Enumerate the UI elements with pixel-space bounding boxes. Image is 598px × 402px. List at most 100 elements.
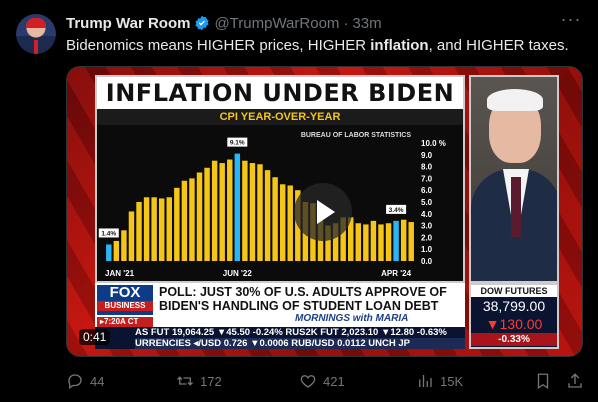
play-button-icon[interactable] [294, 183, 352, 241]
headshot-tie [511, 177, 521, 237]
y-tick-label: 3.0 [421, 222, 433, 231]
chart-bar [196, 172, 203, 261]
verified-badge-icon [195, 15, 210, 31]
retweet-button[interactable]: 172 [176, 372, 222, 390]
futures-label: DOW FUTURES [471, 285, 557, 297]
futures-change: ▼130.00 [485, 316, 543, 332]
chart-bar [158, 198, 165, 261]
chart-bar [128, 211, 135, 261]
video-media[interactable]: INFLATION UNDER BIDEN CPI YEAR-OVER-YEAR… [66, 66, 583, 357]
more-icon[interactable]: ··· [560, 10, 582, 32]
video-duration: 0:41 [79, 329, 111, 345]
biden-headshot [469, 75, 559, 283]
chart-bar [370, 220, 377, 261]
poll-line-1: POLL: JUST 30% OF U.S. ADULTS APPROVE OF [159, 285, 447, 299]
futures-percent: -0.33% [471, 333, 557, 346]
cpi-bar-chart: BUREAU OF LABOR STATISTICS 0.0 1.0 2.0 3.0 4.… [98, 132, 446, 278]
chart-bar [143, 197, 150, 261]
action-bar: 44 172 421 15K [66, 372, 584, 392]
chart-bar [166, 197, 172, 261]
fox-business-logo: FOX BUSINESS [97, 285, 153, 315]
author-name[interactable]: Trump War Room [66, 15, 190, 32]
show-name: MORNINGS with MARIA [295, 313, 409, 324]
chart-bar [204, 167, 210, 261]
annotation-label: 3.4% [389, 207, 404, 214]
views-icon [419, 375, 432, 387]
bookmark-icon [537, 373, 549, 390]
ticker-row-1: AS FUT 19,064.25 ▼45.50 -0.24% RUS2K FUT… [135, 327, 447, 338]
like-button[interactable]: 421 [299, 372, 345, 390]
chart-bar [355, 223, 362, 261]
headshot-hair [487, 89, 543, 111]
chart-panel: INFLATION UNDER BIDEN CPI YEAR-OVER-YEAR… [95, 75, 465, 283]
chart-bar [227, 159, 233, 261]
chart-bar [106, 244, 112, 261]
share-button[interactable] [566, 372, 584, 390]
tweet-time[interactable]: 33m [352, 15, 381, 32]
chart-bar [257, 164, 263, 261]
avatar-tie [34, 40, 38, 54]
tweet-text: Bidenomics means HIGHER prices, HIGHER i… [66, 36, 569, 56]
y-tick-label: 4.0 [421, 210, 433, 219]
chart-bar [121, 230, 127, 261]
market-ticker: AS FUT 19,064.25 ▼45.50 -0.24% RUS2K FUT… [95, 327, 465, 349]
y-tick-label: 0.0 [421, 257, 433, 266]
lower-third: FOX BUSINESS POLL: JUST 30% OF U.S. ADUL… [95, 283, 465, 327]
like-count: 421 [323, 373, 345, 389]
x-tick-label: JAN '21 [105, 269, 135, 278]
chart-bar [181, 180, 188, 261]
y-tick-label: 10.0 % [421, 139, 446, 148]
chart-bar [113, 240, 120, 261]
chart-bar [408, 222, 414, 261]
chart-bar [287, 185, 293, 261]
reply-button[interactable]: 44 [66, 372, 104, 390]
y-tick-label: 9.0 [421, 151, 433, 160]
x-tick-label: APR '24 [381, 269, 411, 278]
y-tick-label: 5.0 [421, 198, 433, 207]
poll-line-2: BIDEN'S HANDLING OF STUDENT LOAN DEBT [159, 299, 439, 313]
chart-bar [174, 187, 180, 261]
reply-count: 44 [90, 373, 105, 389]
y-tick-label: 1.0 [421, 245, 433, 254]
tweet-text-part-1: Bidenomics means HIGHER prices, HIGHER [66, 37, 371, 54]
chart-bar [242, 160, 248, 261]
author-handle[interactable]: @TrumpWarRoom [214, 15, 339, 32]
chart-bar [234, 153, 241, 261]
views-count: 15K [440, 373, 464, 389]
chart-bar [363, 224, 369, 261]
chart-bar [400, 219, 407, 261]
chart-bar [189, 178, 195, 261]
chart-area: BUREAU OF LABOR STATISTICS 0.0 1.0 2.0 3.0 4.… [97, 125, 463, 281]
chart-bar [219, 163, 225, 261]
chart-bar [211, 160, 218, 261]
annotation-label: 9.1% [230, 140, 245, 147]
logo-top: FOX [109, 284, 141, 301]
chart-bar [378, 224, 384, 261]
y-tick-label: 6.0 [421, 186, 433, 195]
chart-bar [279, 184, 286, 261]
annotation-label: 1.4% [101, 230, 116, 237]
chart-bar [272, 177, 278, 261]
chart-subtitle: CPI YEAR-OVER-YEAR [97, 109, 463, 125]
bookmark-button[interactable] [534, 372, 552, 390]
reply-icon [68, 374, 82, 390]
dow-futures-box: DOW FUTURES 38,799.00 ▼130.00 -0.33% [469, 283, 559, 349]
heart-icon [300, 375, 316, 388]
tweet-header: Trump War Room @TrumpWarRoom · 33m [66, 14, 382, 32]
futures-value: 38,799.00 [482, 298, 546, 314]
chart-source-label: BUREAU OF LABOR STATISTICS [301, 132, 412, 139]
retweet-count: 172 [200, 373, 222, 389]
author-avatar[interactable] [16, 14, 56, 54]
ticker-row-2: URRENCIES ◂/USD 0.726 ▼0.0006 RUB/USD 0.… [135, 338, 465, 349]
chart-bar [393, 220, 399, 261]
chart-bar [249, 163, 256, 261]
tweet-text-part-2: , and HIGHER taxes. [428, 37, 569, 54]
broadcast-time: ▸7:20A CT [97, 317, 153, 327]
views-button[interactable]: 15K [416, 372, 463, 390]
avatar-hat [26, 18, 46, 28]
separator-dot: · [343, 14, 349, 32]
logo-bottom: BUSINESS [97, 301, 153, 311]
chart-bar [385, 223, 392, 261]
y-tick-label: 7.0 [421, 174, 433, 183]
retweet-icon [177, 376, 193, 386]
